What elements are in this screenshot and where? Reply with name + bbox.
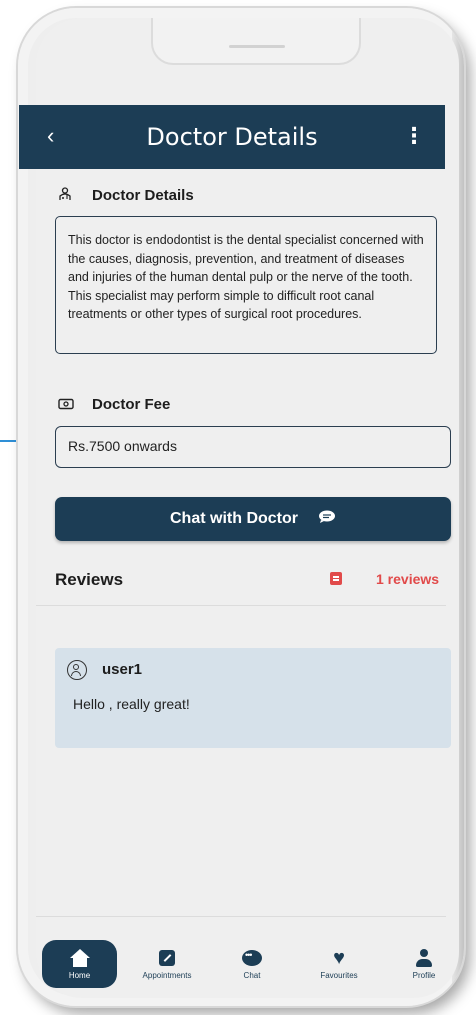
nav-appointments-label: Appointments — [142, 971, 192, 980]
chat-icon — [318, 510, 336, 529]
user-avatar-icon — [67, 660, 87, 680]
pencil-icon — [159, 950, 175, 966]
divider — [36, 605, 446, 606]
more-options-icon[interactable]: ⋮ — [403, 123, 425, 149]
review-card: user1 Hello , really great! — [55, 648, 451, 748]
nav-profile-label: Profile — [412, 971, 436, 980]
heart-icon: ♥ — [333, 947, 345, 969]
notch — [151, 18, 361, 65]
nav-home[interactable]: Home — [42, 940, 117, 988]
speaker-icon — [229, 45, 285, 48]
bottom-navigation: Home Appointments Chat ♥ Favourites Prof… — [36, 940, 448, 988]
review-count[interactable]: 1 reviews — [376, 571, 439, 587]
nav-favourites-label: Favourites — [320, 971, 358, 980]
review-user: user1 — [102, 661, 143, 678]
doctor-details-label: Doctor Details — [92, 187, 194, 204]
profile-icon — [414, 948, 434, 968]
reviews-heading: Reviews — [55, 570, 124, 589]
review-icon — [330, 572, 342, 585]
review-comment: Hello , really great! — [73, 696, 190, 712]
nav-favourites[interactable]: ♥ Favourites — [312, 940, 366, 988]
home-icon — [69, 949, 90, 967]
doctor-fee-heading: Doctor Fee — [58, 396, 170, 413]
back-icon[interactable]: ‹ — [47, 123, 54, 149]
chat-icon — [242, 950, 262, 966]
nav-home-label: Home — [68, 971, 91, 980]
chat-with-doctor-button[interactable]: Chat with Doctor — [55, 497, 451, 541]
nav-profile[interactable]: Profile — [404, 940, 444, 988]
doctor-description: This doctor is endodontist is the dental… — [55, 216, 437, 354]
app-header: ‹ Doctor Details ⋮ — [19, 105, 445, 169]
nav-divider — [36, 916, 446, 917]
page-title: Doctor Details — [146, 123, 318, 151]
nav-appointments[interactable]: Appointments — [132, 940, 202, 988]
money-icon — [58, 397, 74, 413]
chat-button-label: Chat with Doctor — [170, 510, 298, 527]
doctor-details-heading: Doctor Details — [58, 187, 194, 204]
doctor-icon — [58, 187, 74, 204]
nav-chat[interactable]: Chat — [232, 940, 272, 988]
doctor-fee-field: Rs.7500 onwards — [55, 426, 451, 468]
doctor-fee-label: Doctor Fee — [92, 396, 171, 413]
nav-chat-label: Chat — [243, 971, 261, 980]
